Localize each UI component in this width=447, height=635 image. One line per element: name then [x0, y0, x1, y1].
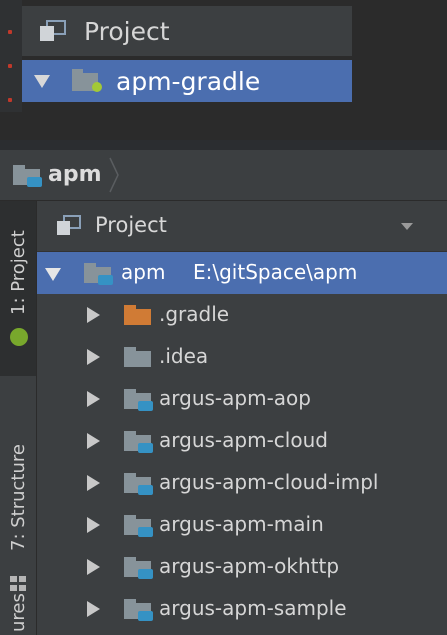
expand-arrow-icon[interactable]: [87, 307, 100, 323]
expand-arrow-icon[interactable]: [87, 601, 100, 617]
tree-row[interactable]: argus-apm-okhttp: [37, 546, 447, 588]
project-view-icon: [40, 20, 68, 42]
structure-icon: [10, 576, 26, 592]
tree-row-label: .idea: [159, 344, 209, 368]
left-tool-strip: 1: Project 7: Structure ures: [0, 201, 37, 635]
android-icon: [10, 328, 28, 346]
expand-arrow-icon[interactable]: [87, 475, 100, 491]
module-folder-icon: [124, 599, 153, 621]
tree-row-label: argus-apm-main: [159, 512, 324, 536]
module-folder-icon: [84, 263, 113, 285]
tree-row-label: argus-apm-cloud-impl: [159, 470, 379, 494]
tree-root-row[interactable]: apm E:\gitSpace\apm: [37, 252, 447, 294]
tree-root-name: apm: [121, 260, 166, 284]
view-selector-label: Project: [95, 213, 167, 237]
tree-row[interactable]: argus-apm-main: [37, 504, 447, 546]
ide-window: apm 1: Project 7: Structure ures Project: [0, 150, 447, 635]
top-snippet-edge: [0, 0, 22, 112]
gradle-module-folder-icon: [72, 69, 104, 93]
top-project-header[interactable]: Project: [22, 6, 352, 56]
tree-row[interactable]: argus-apm-aop: [37, 378, 447, 420]
expand-arrow-icon[interactable]: [87, 433, 100, 449]
tree-row-label: argus-apm-sample: [159, 596, 347, 620]
collapse-arrow-icon[interactable]: [45, 268, 61, 281]
excluded-folder-icon: [124, 305, 152, 326]
tool-tab-captures-label[interactable]: ures: [8, 593, 29, 632]
tree-row-label: argus-apm-okhttp: [159, 554, 340, 578]
tree-row[interactable]: argus-apm-cloud: [37, 420, 447, 462]
edge-marker: [8, 98, 12, 102]
tree-row[interactable]: .gradle: [37, 294, 447, 336]
top-snippet-panel: Project apm-gradle: [0, 0, 447, 140]
tool-tab-project[interactable]: 1: Project: [0, 201, 36, 376]
module-folder-icon: [124, 557, 153, 579]
expand-arrow-icon[interactable]: [87, 517, 100, 533]
expand-arrow-icon[interactable]: [34, 74, 50, 88]
tree-row-label: argus-apm-aop: [159, 386, 311, 410]
folder-icon: [124, 347, 152, 368]
top-header-title: Project: [84, 16, 170, 46]
edge-marker: [8, 30, 12, 34]
edge-marker: [8, 64, 12, 68]
tree-row-label: .gradle: [159, 302, 230, 326]
tool-tab-structure-label[interactable]: 7: Structure: [8, 444, 29, 551]
tree-root-path: E:\gitSpace\apm: [193, 260, 358, 284]
expand-arrow-icon[interactable]: [87, 349, 100, 365]
top-root-row[interactable]: apm-gradle: [22, 60, 352, 102]
navigation-bar: apm: [0, 150, 447, 201]
tree-row-label: argus-apm-cloud: [159, 428, 328, 452]
project-view-selector[interactable]: Project: [37, 201, 447, 252]
expand-arrow-icon[interactable]: [87, 559, 100, 575]
expand-arrow-icon[interactable]: [87, 391, 100, 407]
module-folder-icon: [13, 165, 42, 187]
breadcrumb-separator-icon: [109, 157, 119, 193]
module-folder-icon: [124, 473, 153, 495]
tree-row[interactable]: .idea: [37, 336, 447, 378]
project-view-icon: [57, 215, 83, 237]
tool-tab-project-label: 1: Project: [8, 230, 29, 315]
tree-row[interactable]: argus-apm-sample: [37, 588, 447, 630]
breadcrumb-item-apm[interactable]: apm: [48, 162, 102, 187]
module-folder-icon: [124, 389, 153, 411]
top-root-label: apm-gradle: [116, 66, 261, 96]
tree-row[interactable]: argus-apm-cloud-impl: [37, 462, 447, 504]
module-folder-icon: [124, 515, 153, 537]
dropdown-caret-icon[interactable]: [401, 223, 413, 230]
module-folder-icon: [124, 431, 153, 453]
project-tool-window: Project apm E:\gitSpace\apm .gradle .ide…: [37, 201, 447, 635]
